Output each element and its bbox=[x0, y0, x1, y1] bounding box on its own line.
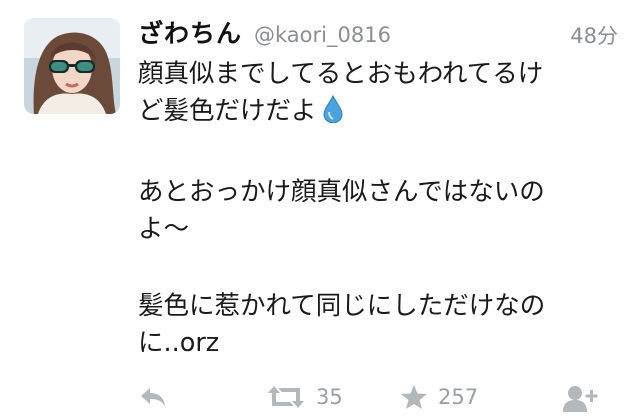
favorite-count: 257 bbox=[438, 385, 479, 409]
text-line: 髪色に惹かれて同じにしただけなの bbox=[138, 291, 546, 321]
retweet-count: 35 bbox=[316, 385, 343, 409]
follow-button[interactable] bbox=[562, 384, 598, 412]
droplet-icon bbox=[323, 94, 343, 134]
text-line: あとおっかけ顔真似さんではないの bbox=[138, 177, 545, 207]
tweet: ざわちん @kaori_0816 48分 顔真似までしてるとおもわれてるけ ど髪… bbox=[0, 0, 640, 420]
text-line: 顔真似までしてるとおもわれてるけ bbox=[138, 59, 544, 89]
tweet-text: 顔真似までしてるとおもわれてるけ ど髪色だけだよ あとおっかけ顔真似さんではない… bbox=[138, 56, 628, 362]
favorite-button[interactable]: 257 bbox=[400, 384, 478, 410]
user-handle[interactable]: @kaori_0816 bbox=[254, 23, 391, 47]
avatar[interactable] bbox=[24, 18, 120, 114]
text-line: ど髪色だけだよ bbox=[138, 96, 317, 126]
tweet-actions: 35 257 bbox=[138, 384, 608, 420]
text-line: に..orz bbox=[138, 328, 220, 358]
text-line: よ～ bbox=[138, 214, 190, 244]
text-line-with-emoji: ど髪色だけだよ bbox=[138, 93, 628, 134]
reply-icon bbox=[138, 384, 168, 410]
star-icon bbox=[400, 384, 428, 410]
display-name[interactable]: ざわちん bbox=[138, 14, 242, 50]
retweet-icon bbox=[266, 384, 306, 410]
retweet-button[interactable]: 35 bbox=[266, 384, 343, 410]
tweet-header: ざわちん @kaori_0816 48分 bbox=[138, 14, 618, 50]
timestamp[interactable]: 48分 bbox=[570, 20, 618, 50]
reply-button[interactable] bbox=[138, 384, 168, 410]
add-user-icon bbox=[562, 384, 598, 412]
